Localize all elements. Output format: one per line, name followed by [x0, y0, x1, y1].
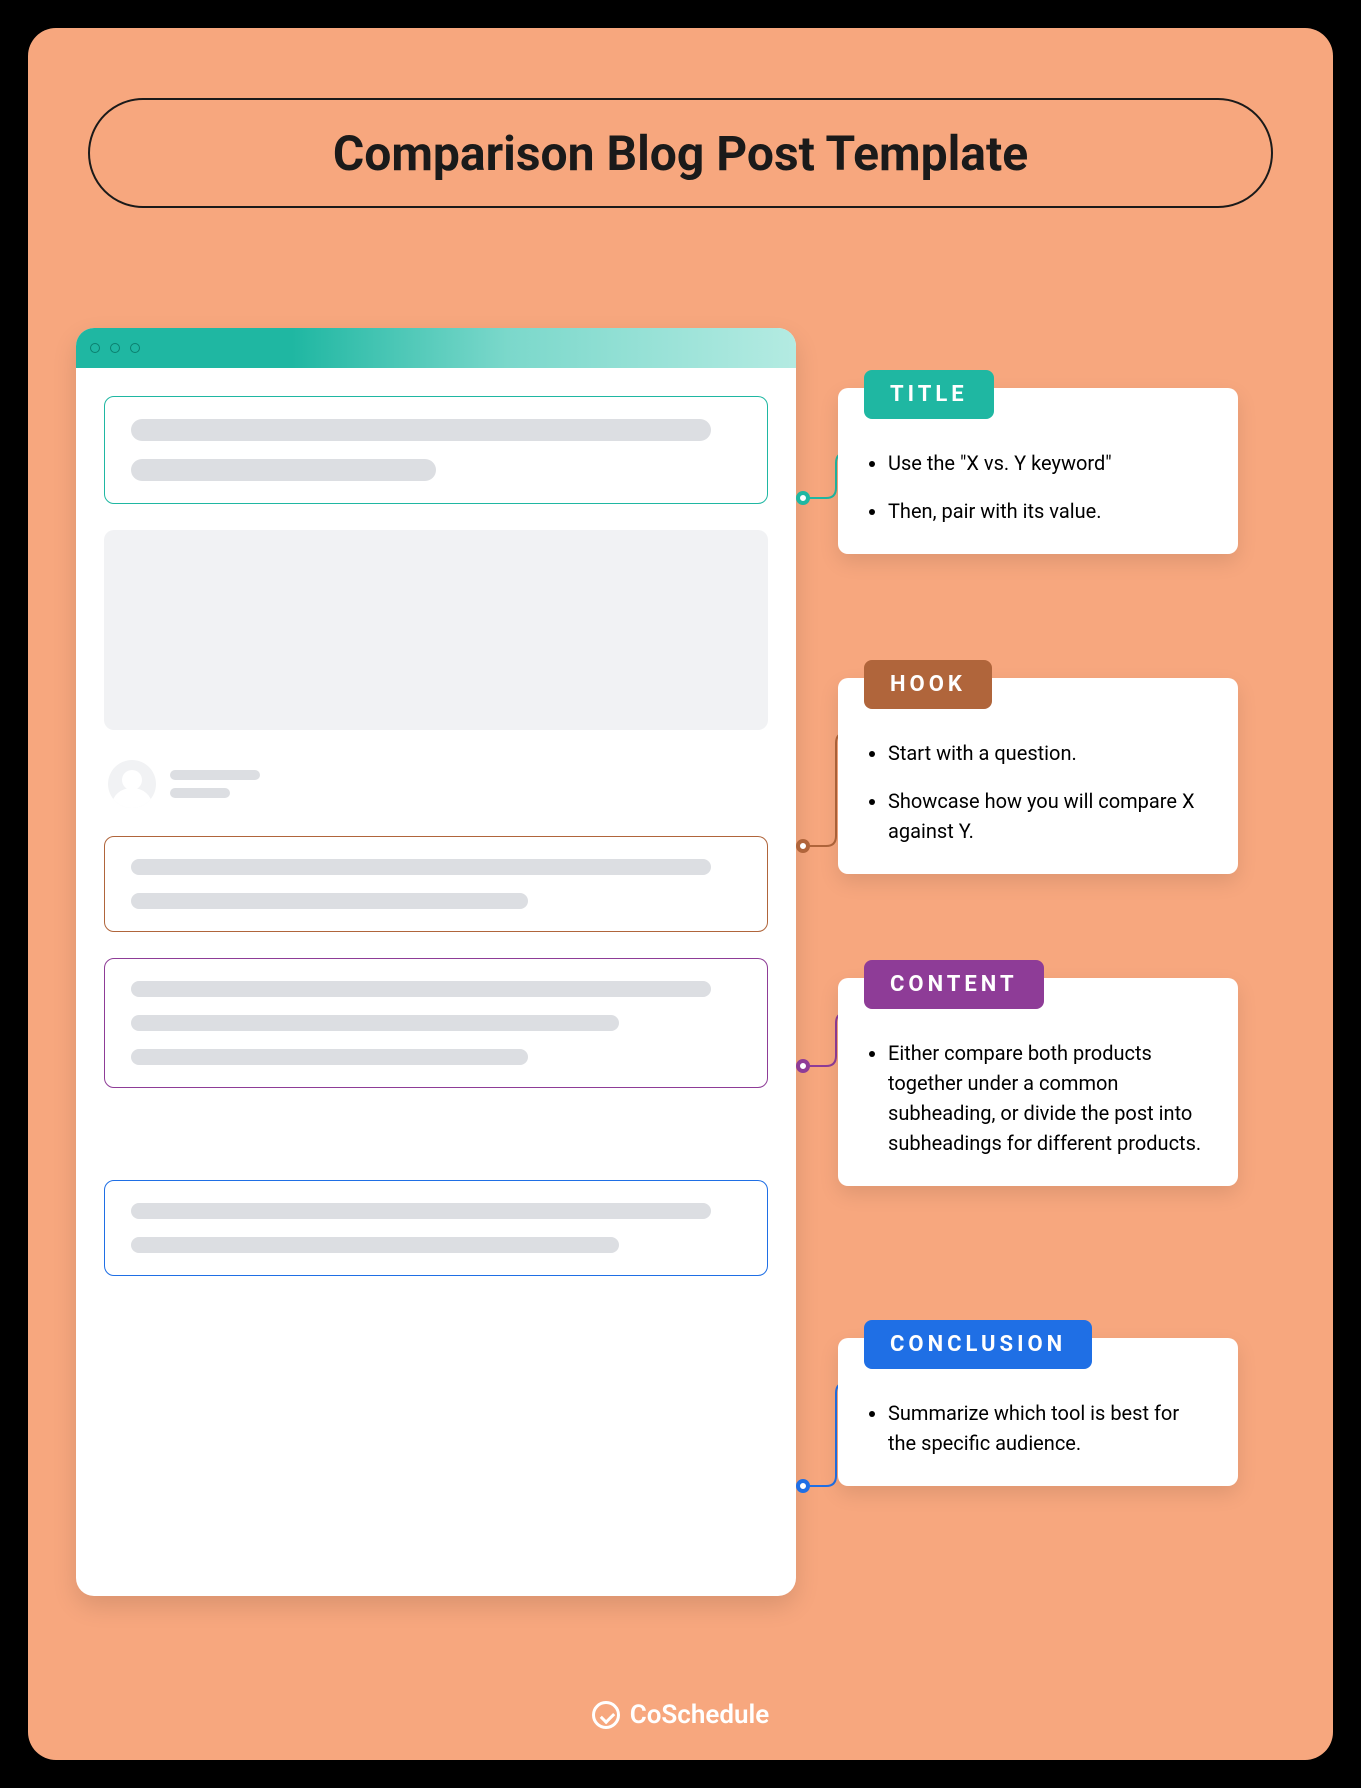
- brand-footer: CoSchedule: [28, 1700, 1333, 1730]
- placeholder-bar: [131, 459, 436, 481]
- callout-bullet: Either compare both products together un…: [888, 1038, 1212, 1158]
- page-title-pill: Comparison Blog Post Template: [88, 98, 1273, 208]
- infographic-canvas: Comparison Blog Post Template: [28, 28, 1333, 1760]
- page-title: Comparison Blog Post Template: [333, 125, 1028, 182]
- callout-tag: TITLE: [864, 370, 994, 419]
- conclusion-block: [104, 1180, 768, 1276]
- placeholder-bar: [131, 1237, 619, 1253]
- connector-node-icon: [796, 1479, 810, 1493]
- content-block: [104, 958, 768, 1088]
- placeholder-bar: [131, 981, 711, 997]
- callout-bullet: Start with a question.: [888, 738, 1212, 768]
- callout-hook: Start with a question. Showcase how you …: [838, 678, 1238, 874]
- placeholder-bar: [131, 1015, 619, 1031]
- placeholder-bar: [131, 419, 711, 441]
- callout-tag: CONTENT: [864, 960, 1044, 1009]
- placeholder-bar: [170, 788, 230, 798]
- placeholder-bar: [131, 1049, 528, 1065]
- placeholder-bar: [131, 859, 711, 875]
- hero-image-placeholder: [104, 530, 768, 730]
- callout-content: Either compare both products together un…: [838, 978, 1238, 1186]
- callout-bullet: Showcase how you will compare X against …: [888, 786, 1212, 846]
- browser-title-bar: [76, 328, 796, 368]
- avatar-icon: [108, 760, 156, 808]
- connector-node-icon: [796, 1059, 810, 1073]
- callout-tag: CONCLUSION: [864, 1320, 1092, 1369]
- callout-tag: HOOK: [864, 660, 992, 709]
- callout-bullet: Use the "X vs. Y keyword": [888, 448, 1212, 478]
- author-block: [104, 756, 768, 810]
- placeholder-bar: [131, 893, 528, 909]
- placeholder-bar: [131, 1203, 711, 1219]
- brand-name: CoSchedule: [630, 1700, 770, 1730]
- brand-logo-icon: [592, 1701, 620, 1729]
- placeholder-bar: [170, 770, 260, 780]
- window-dot-icon: [130, 343, 140, 353]
- browser-body: [76, 368, 796, 1304]
- callout-title: Use the "X vs. Y keyword" Then, pair wit…: [838, 388, 1238, 554]
- spacer: [104, 1114, 768, 1154]
- title-block: [104, 396, 768, 504]
- mock-browser: [76, 328, 796, 1596]
- hook-block: [104, 836, 768, 932]
- window-dot-icon: [110, 343, 120, 353]
- connector-node-icon: [796, 491, 810, 505]
- window-dot-icon: [90, 343, 100, 353]
- callout-bullet: Then, pair with its value.: [888, 496, 1212, 526]
- callout-conclusion: Summarize which tool is best for the spe…: [838, 1338, 1238, 1486]
- callout-bullet: Summarize which tool is best for the spe…: [888, 1398, 1212, 1458]
- connector-node-icon: [796, 839, 810, 853]
